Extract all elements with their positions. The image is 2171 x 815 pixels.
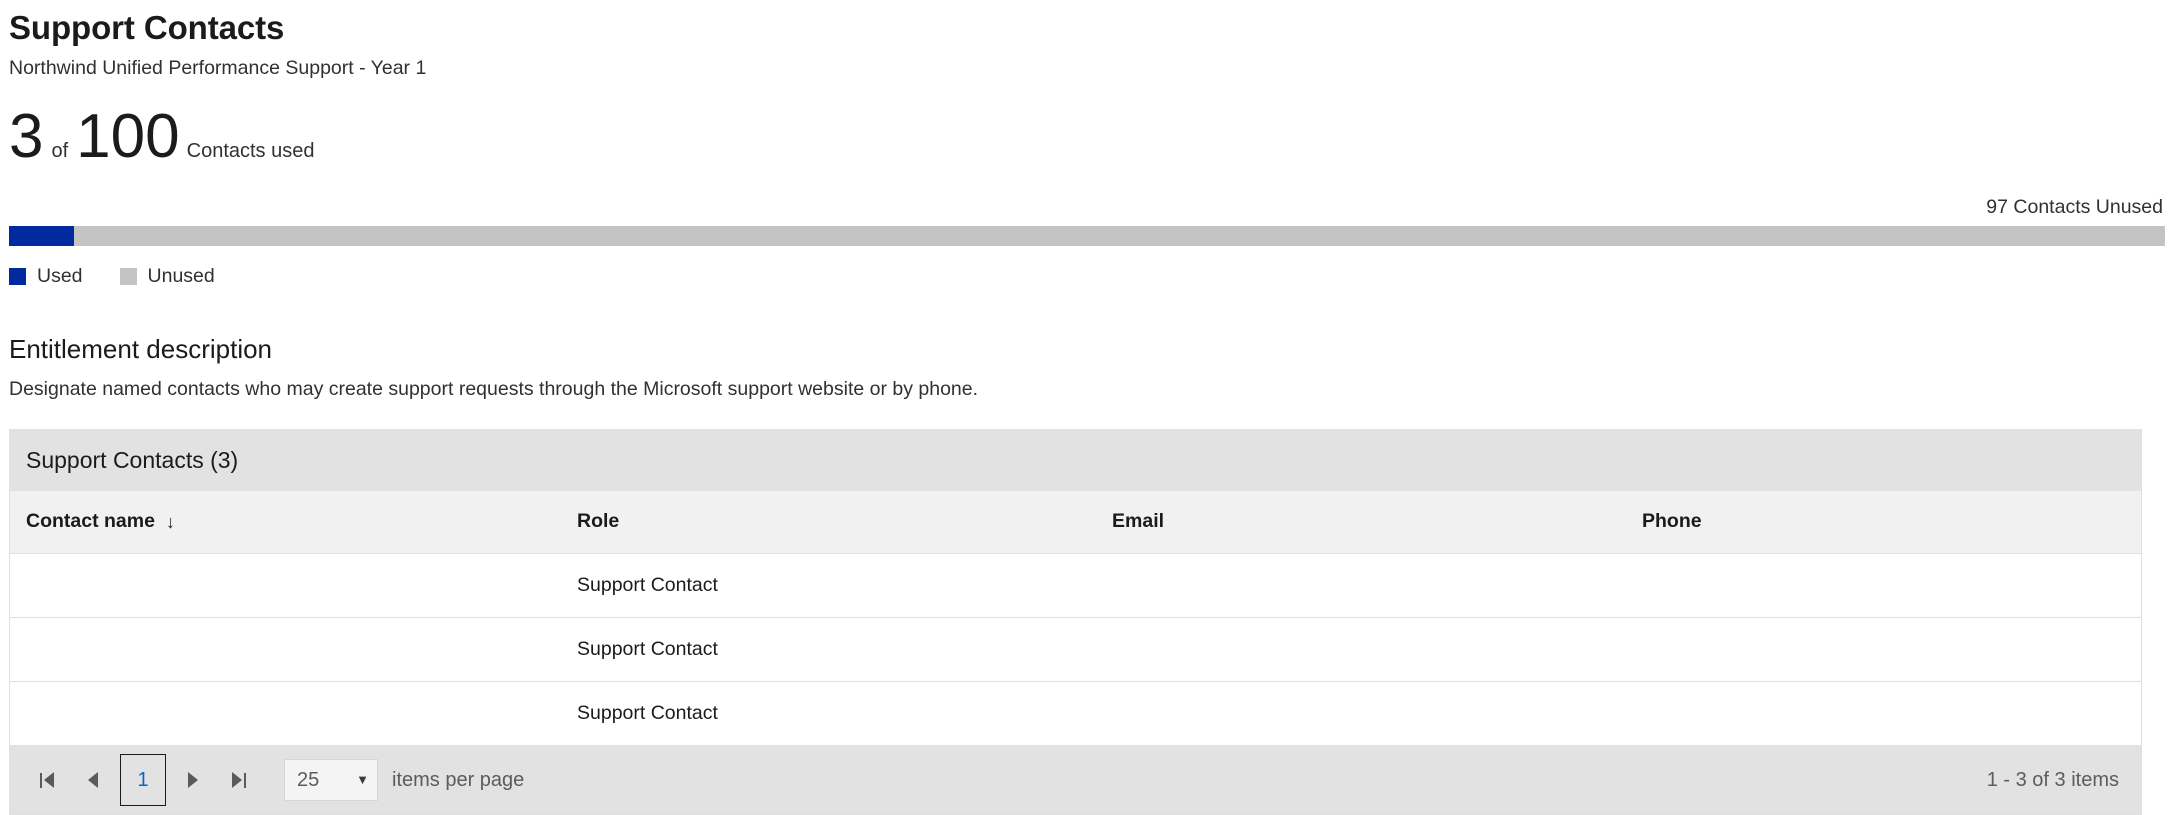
unused-count-label: 97 Contacts Unused xyxy=(1986,196,2163,218)
column-header-contact-name-label: Contact name xyxy=(26,510,155,533)
legend-label-unused: Unused xyxy=(147,265,215,287)
column-header-role[interactable]: Role xyxy=(561,491,1096,554)
legend-swatch-used xyxy=(9,267,26,285)
cell-contact-name xyxy=(10,681,561,745)
usage-used-count: 3 xyxy=(9,102,44,171)
column-header-phone[interactable]: Phone xyxy=(1626,491,2141,554)
cell-email xyxy=(1096,553,1626,618)
column-header-email-label: Email xyxy=(1112,510,1165,533)
usage-summary: 3 of 100 Contacts used xyxy=(0,106,2171,168)
page-title: Support Contacts xyxy=(9,9,285,46)
chevron-down-icon: ▼ xyxy=(356,771,369,787)
first-page-icon xyxy=(40,772,42,788)
grid-toolbar: Support Contacts (3) xyxy=(10,429,2141,491)
contacts-table-head: Contact name ↓ Role Email Phone xyxy=(10,491,2141,554)
items-per-page-label: items per page xyxy=(392,768,525,791)
usage-total-count: 100 xyxy=(76,102,180,171)
legend-item-unused: Unused xyxy=(119,264,215,288)
cell-email xyxy=(1096,681,1626,745)
usage-progress-fill xyxy=(9,226,74,246)
last-page-icon xyxy=(244,772,246,788)
pager-summary: 1 - 3 of 3 items xyxy=(1986,768,2119,791)
previous-page-icon xyxy=(88,772,98,788)
column-header-role-label: Role xyxy=(577,510,620,533)
cell-phone xyxy=(1626,553,2141,618)
page-number-button[interactable]: 1 xyxy=(120,754,166,806)
table-header-row: Contact name ↓ Role Email Phone xyxy=(10,491,2141,554)
column-header-phone-label: Phone xyxy=(1642,510,1702,533)
legend-label-used: Used xyxy=(37,265,83,287)
last-page-button[interactable] xyxy=(216,757,262,803)
cell-phone xyxy=(1626,681,2141,745)
usage-caption: Contacts used xyxy=(186,140,315,162)
cell-role: Support Contact xyxy=(561,617,1096,682)
usage-legend: Used Unused xyxy=(0,264,2171,288)
usage-of-label: of xyxy=(51,140,69,162)
table-row[interactable]: Support Contact xyxy=(10,553,2141,618)
page-header: Support Contacts Northwind Unified Perfo… xyxy=(0,0,2171,82)
sort-descending-icon: ↓ xyxy=(165,512,175,533)
first-page-arrow-icon xyxy=(44,772,54,788)
contacts-table: Contact name ↓ Role Email Phone Support … xyxy=(10,491,2141,745)
next-page-button[interactable] xyxy=(170,757,216,803)
support-contacts-page: Support Contacts Northwind Unified Perfo… xyxy=(0,0,2171,815)
page-size-select[interactable]: 25 ▼ xyxy=(284,759,378,801)
cell-contact-name xyxy=(10,553,561,618)
legend-item-used: Used xyxy=(9,264,83,288)
entitlement-title: Entitlement description xyxy=(9,334,273,364)
contacts-table-body: Support Contact Support Contact Support … xyxy=(10,553,2141,745)
column-header-email[interactable]: Email xyxy=(1096,491,1626,554)
last-page-arrow-icon xyxy=(232,772,242,788)
column-header-contact-name[interactable]: Contact name ↓ xyxy=(10,491,561,554)
cell-role: Support Contact xyxy=(561,553,1096,618)
cell-email xyxy=(1096,617,1626,682)
first-page-button[interactable] xyxy=(24,757,70,803)
usage-progress-section: 97 Contacts Unused xyxy=(0,195,2171,246)
grid-toolbar-title: Support Contacts (3) xyxy=(26,447,239,473)
previous-page-button[interactable] xyxy=(70,757,116,803)
support-contacts-grid: Support Contacts (3) Contact name ↓ Role … xyxy=(9,429,2142,815)
entitlement-description: Designate named contacts who may create … xyxy=(9,378,979,400)
cell-role: Support Contact xyxy=(577,701,718,724)
page-subtitle: Northwind Unified Performance Support - … xyxy=(9,57,427,79)
entitlement-section: Entitlement description Designate named … xyxy=(0,332,2171,402)
legend-swatch-unused xyxy=(119,267,137,285)
cell-contact-name xyxy=(10,617,561,682)
grid-pager: 1 25 ▼ items per page 1 - 3 of 3 items xyxy=(10,745,2141,814)
table-row[interactable]: Support Contact xyxy=(10,681,2141,745)
unused-label-row: 97 Contacts Unused xyxy=(9,195,2165,219)
cell-phone xyxy=(1626,617,2141,682)
next-page-icon xyxy=(188,772,198,788)
table-row[interactable]: Support Contact xyxy=(10,617,2141,682)
page-size-value: 25 xyxy=(297,768,320,791)
usage-progress-bar xyxy=(9,226,2165,246)
